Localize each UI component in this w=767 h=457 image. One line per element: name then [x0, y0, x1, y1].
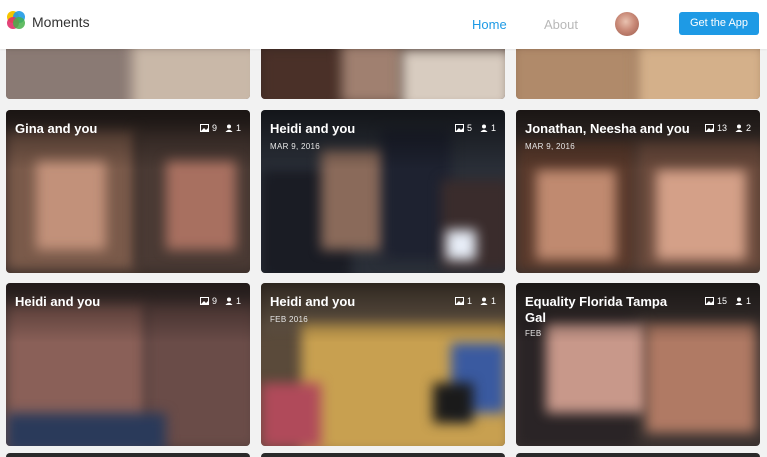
moments-logo-icon	[7, 11, 25, 29]
moment-card-partial[interactable]	[516, 49, 760, 99]
person-icon	[735, 124, 743, 132]
moment-card[interactable]: Heidi and you MAR 9, 2016 5 1	[261, 110, 505, 273]
moment-title: Heidi and you	[270, 294, 356, 309]
moment-counts: 15 1	[704, 296, 751, 306]
moment-card[interactable]: Heidi and you 9 1	[6, 283, 250, 446]
moment-title: Equality Florida Tampa Gal	[525, 294, 668, 325]
moment-date: FEB	[525, 329, 542, 338]
moment-card[interactable]: Gina and you 9 1	[6, 110, 250, 273]
photo-icon	[454, 124, 464, 132]
user-avatar[interactable]	[615, 12, 639, 36]
person-icon	[225, 124, 233, 132]
moment-date: MAR 9, 2016	[525, 142, 575, 151]
moment-date: FEB 2016	[270, 315, 308, 324]
moment-title: Jonathan, Neesha and you	[525, 121, 690, 136]
person-icon	[735, 297, 743, 305]
top-bar: Moments Home About Get the App	[0, 0, 767, 49]
photo-icon	[199, 124, 209, 132]
moment-counts: 1 1	[454, 296, 496, 306]
moment-date: MAR 9, 2016	[270, 142, 320, 151]
person-icon	[480, 297, 488, 305]
moment-card-partial[interactable]	[516, 453, 760, 457]
moment-counts: 9 1	[199, 296, 241, 306]
person-icon	[480, 124, 488, 132]
moment-counts: 9 1	[199, 123, 241, 133]
moment-title: Gina and you	[15, 121, 98, 136]
photo-icon	[454, 297, 464, 305]
moment-counts: 13 2	[704, 123, 751, 133]
nav-home-link[interactable]: Home	[472, 17, 507, 32]
person-icon	[225, 297, 233, 305]
moment-card-partial[interactable]	[261, 49, 505, 99]
nav-about-link[interactable]: About	[544, 17, 578, 32]
moment-title: Heidi and you	[15, 294, 101, 309]
moment-counts: 5 1	[454, 123, 496, 133]
photo-icon	[704, 297, 714, 305]
moment-card[interactable]: Heidi and you FEB 2016 1 1	[261, 283, 505, 446]
moment-card[interactable]: Equality Florida Tampa Gal FEB 15 1	[516, 283, 760, 446]
moment-card-partial[interactable]	[6, 49, 250, 99]
moment-card-partial[interactable]	[261, 453, 505, 457]
moment-card-partial[interactable]	[6, 453, 250, 457]
brand-name: Moments	[32, 14, 90, 30]
moment-card[interactable]: Jonathan, Neesha and you MAR 9, 2016 13 …	[516, 110, 760, 273]
moment-title: Heidi and you	[270, 121, 356, 136]
get-app-button[interactable]: Get the App	[679, 12, 759, 35]
photo-icon	[199, 297, 209, 305]
photo-icon	[704, 124, 714, 132]
